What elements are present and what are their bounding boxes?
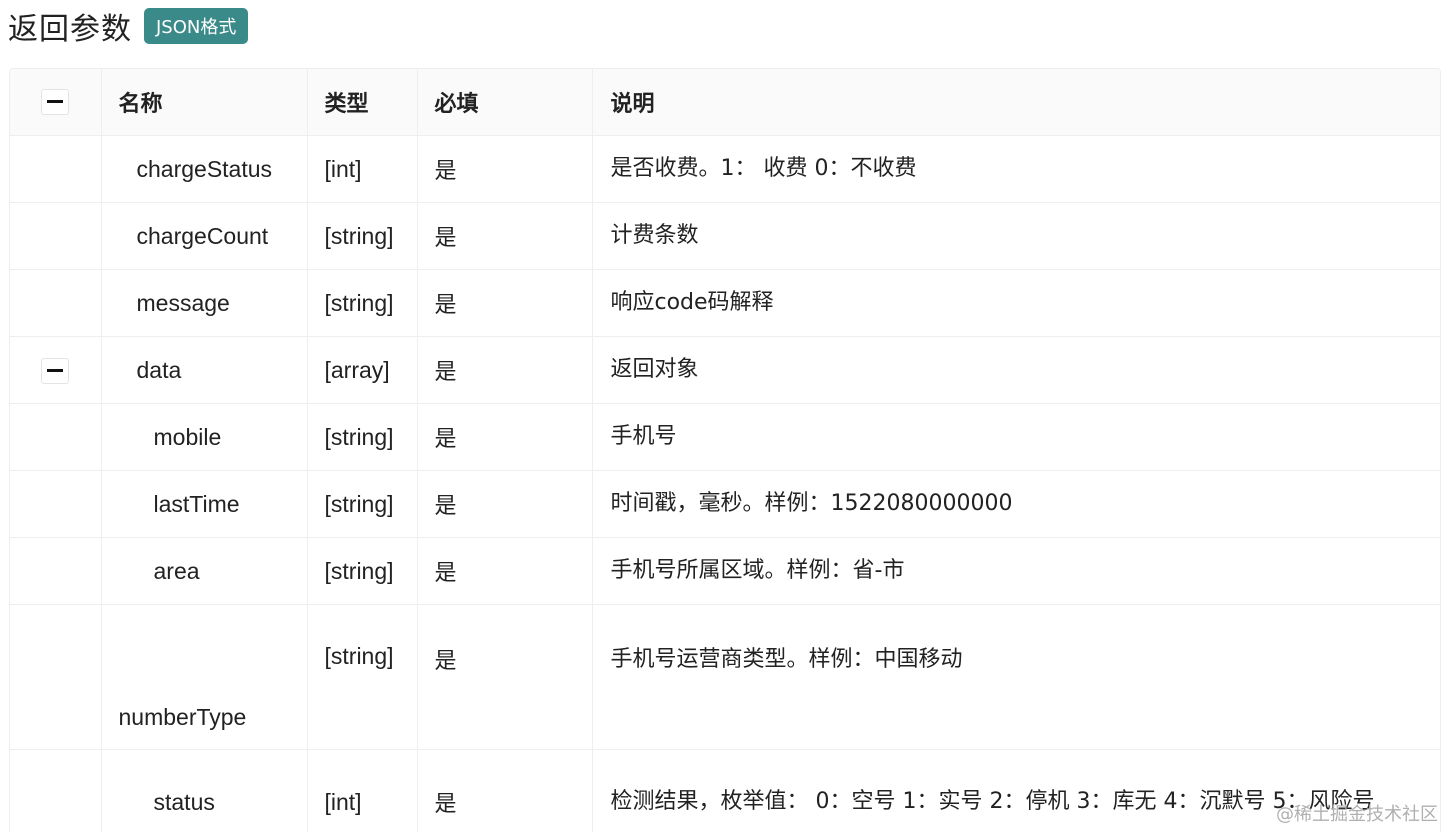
- param-required: 是: [417, 749, 593, 832]
- param-type: [string]: [307, 202, 418, 270]
- table-row: data [array] 是 返回对象: [10, 336, 1440, 404]
- param-type: [array]: [307, 336, 418, 404]
- return-params-table: 名称 类型 必填 说明 chargeStatus [int] 是 是否收费。1：…: [9, 68, 1441, 832]
- collapse-icon[interactable]: [41, 357, 70, 384]
- param-name: numberType: [101, 604, 308, 750]
- param-required: 是: [417, 604, 593, 750]
- param-required: 是: [417, 537, 593, 605]
- param-required: 是: [417, 202, 593, 270]
- format-badge: JSON格式: [144, 8, 249, 44]
- param-name: chargeCount: [101, 202, 308, 270]
- collapse-all-icon[interactable]: [41, 89, 70, 115]
- toggle-cell: [10, 403, 102, 471]
- collapse-all-cell: [10, 69, 102, 136]
- param-name: lastTime: [101, 470, 308, 538]
- param-description: 时间戳，毫秒。样例：1522080000000: [592, 470, 1440, 538]
- section-heading: 返回参数 JSON格式: [8, 6, 249, 47]
- param-name: mobile: [101, 403, 308, 471]
- section-title: 返回参数: [8, 12, 132, 47]
- toggle-cell: [10, 537, 102, 605]
- param-name: status: [101, 749, 308, 832]
- param-description: 手机号运营商类型。样例：中国移动: [592, 604, 1440, 750]
- toggle-cell: [10, 202, 102, 270]
- param-type: [string]: [307, 604, 418, 750]
- table-row: mobile [string] 是 手机号: [10, 403, 1440, 471]
- table-row: chargeStatus [int] 是 是否收费。1： 收费 0：不收费: [10, 135, 1440, 203]
- table-row: lastTime [string] 是 时间戳，毫秒。样例：1522080000…: [10, 470, 1440, 538]
- header-type: 类型: [307, 69, 418, 136]
- param-required: 是: [417, 336, 593, 404]
- toggle-cell: [10, 336, 102, 404]
- param-type: [int]: [307, 749, 418, 832]
- toggle-cell: [10, 470, 102, 538]
- header-name: 名称: [101, 69, 308, 136]
- param-type: [string]: [307, 403, 418, 471]
- param-name: message: [101, 269, 308, 337]
- param-description: 计费条数: [592, 202, 1440, 270]
- table-row: chargeCount [string] 是 计费条数: [10, 202, 1440, 270]
- toggle-cell: [10, 749, 102, 832]
- toggle-cell: [10, 135, 102, 203]
- param-required: 是: [417, 470, 593, 538]
- page: 返回参数 JSON格式 名称 类型 必填 说明 chargeStatus [in…: [0, 0, 1446, 832]
- param-name: chargeStatus: [101, 135, 308, 203]
- param-description: 手机号: [592, 403, 1440, 471]
- table-row: area [string] 是 手机号所属区域。样例：省-市: [10, 537, 1440, 605]
- param-type: [int]: [307, 135, 418, 203]
- param-required: 是: [417, 135, 593, 203]
- param-type: [string]: [307, 470, 418, 538]
- param-type: [string]: [307, 537, 418, 605]
- table-row: message [string] 是 响应code码解释: [10, 269, 1440, 337]
- param-description: 返回对象: [592, 336, 1440, 404]
- table-row: status [int] 是 检测结果，枚举值： 0：空号 1：实号 2：停机 …: [10, 749, 1440, 832]
- param-type: [string]: [307, 269, 418, 337]
- toggle-cell: [10, 604, 102, 750]
- watermark: @稀土掘金技术社区: [1276, 804, 1438, 825]
- param-description: 手机号所属区域。样例：省-市: [592, 537, 1440, 605]
- param-description: 响应code码解释: [592, 269, 1440, 337]
- param-required: 是: [417, 269, 593, 337]
- table-row: numberType [string] 是 手机号运营商类型。样例：中国移动: [10, 604, 1440, 750]
- table-header-row: 名称 类型 必填 说明: [10, 69, 1440, 136]
- param-name: area: [101, 537, 308, 605]
- header-required: 必填: [417, 69, 593, 136]
- param-name: data: [101, 336, 308, 404]
- param-description: 是否收费。1： 收费 0：不收费: [592, 135, 1440, 203]
- toggle-cell: [10, 269, 102, 337]
- param-required: 是: [417, 403, 593, 471]
- header-description: 说明: [592, 69, 1440, 136]
